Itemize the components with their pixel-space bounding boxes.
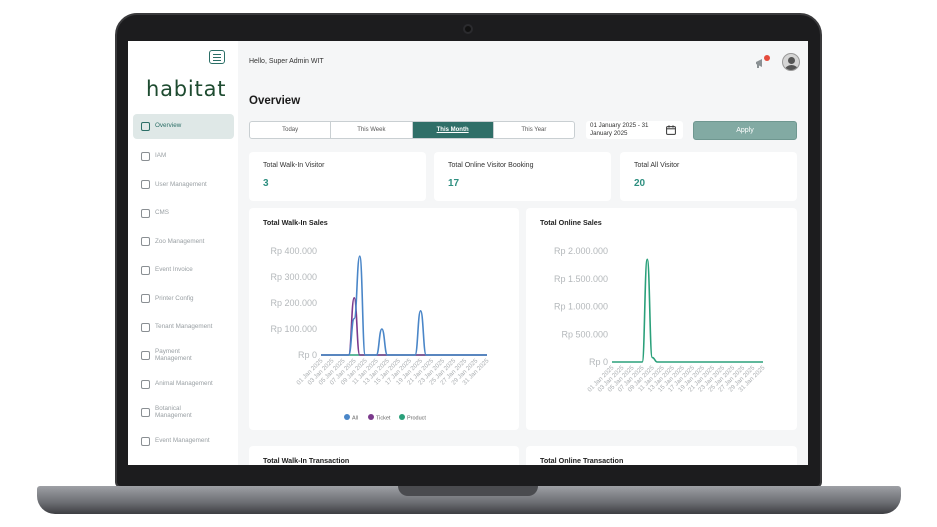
sidebar-item-overview[interactable]: Overview <box>133 114 234 139</box>
sidebar-item-botanical-management[interactable]: Botanical Management <box>133 399 234 428</box>
webcam <box>463 24 473 34</box>
card-title: Total Online Transaction <box>540 456 624 465</box>
apply-button[interactable]: Apply <box>693 121 797 140</box>
card-title: Total Walk-In Transaction <box>263 456 350 465</box>
notification-badge <box>764 55 770 61</box>
sidebar-item-event-invoice[interactable]: Event Invoice <box>133 256 234 285</box>
y-tick-label: Rp 200.000 <box>270 298 317 308</box>
sidebar-item-label: Printer Config <box>155 294 194 302</box>
sidebar-item-label: CMS <box>155 209 169 216</box>
y-tick-label: Rp 0 <box>589 357 608 367</box>
wallet-icon <box>141 351 150 361</box>
stat-label: Total All Visitor <box>634 162 680 169</box>
date-range-value: 01 January 2025 - 31 January 2025 <box>590 122 649 137</box>
sidebar-item-label: Event Invoice <box>155 266 193 273</box>
y-tick-label: Rp 300.000 <box>270 272 317 282</box>
legend-label: All <box>352 416 358 422</box>
legend-marker-product <box>399 414 405 420</box>
sidebar-item-iam[interactable]: IAM <box>133 142 234 171</box>
legend-marker-all <box>344 414 350 420</box>
online-transaction-card: Total Online Transaction <box>526 446 797 465</box>
tab-this-year[interactable]: This Year <box>494 122 574 138</box>
tab-today[interactable]: Today <box>250 122 332 138</box>
sidebar-item-cms[interactable]: CMS <box>133 199 234 228</box>
stat-walkin-visitor: Total Walk-In Visitor 3 <box>249 152 426 201</box>
stat-value: 3 <box>263 178 269 189</box>
user-avatar-icon[interactable] <box>782 53 800 71</box>
date-range-picker[interactable]: 01 January 2025 - 31 January 2025 <box>586 121 683 139</box>
series-line-all <box>320 255 487 356</box>
logo: habitat <box>146 77 227 101</box>
period-filter: Today This Week This Month This Year <box>249 121 575 139</box>
y-tick-label: Rp 1.500.000 <box>554 274 608 284</box>
sidebar-item-label: IAM <box>155 152 167 159</box>
laptop-notch <box>398 486 538 496</box>
store-icon <box>141 322 150 332</box>
series-line-ticket <box>320 296 487 356</box>
paw-icon <box>141 237 150 247</box>
sidebar-item-payment-management[interactable]: Payment Management <box>133 342 234 371</box>
stat-value: 20 <box>634 178 646 189</box>
y-tick-label: Rp 100.000 <box>270 324 317 334</box>
y-tick-label: Rp 400.000 <box>270 246 317 256</box>
sidebar-item-label: Zoo Management <box>155 237 205 245</box>
tab-this-week[interactable]: This Week <box>331 122 413 138</box>
sidebar-item-event-management[interactable]: Event Management <box>133 427 234 456</box>
tab-this-month[interactable]: This Month <box>412 122 494 138</box>
online-sales-chart: Rp 2.000.000 Rp 1.500.000 Rp 1.000.000 Rp 5… <box>554 246 767 394</box>
sidebar-item-label: Tenant Management <box>155 323 213 330</box>
sidebar-item-user-management[interactable]: User Management <box>133 171 234 200</box>
sidebar-item-label: Botanical Management <box>155 405 192 419</box>
grid-icon <box>141 122 150 131</box>
stat-all-visitor: Total All Visitor 20 <box>620 152 797 201</box>
y-tick-label: Rp 0 <box>298 350 317 360</box>
animal-icon <box>141 379 150 389</box>
sidebar-item-printer-config[interactable]: Printer Config <box>133 285 234 314</box>
sidebar-item-label: User Management <box>155 180 207 188</box>
sidebar: habitat Overview IAM User Management CMS Zoo… <box>128 41 238 465</box>
app-screen: habitat Overview IAM User Management CMS Zoo… <box>128 41 808 465</box>
online-sales-card: Total Online Sales Rp 2.000.000 Rp 1.500.… <box>526 208 797 430</box>
greeting: Hello, Super Admin WIT <box>249 58 324 65</box>
sidebar-item-zoo-management[interactable]: Zoo Management <box>133 228 234 257</box>
sidebar-nav: Overview IAM User Management CMS Zoo Managem… <box>133 114 234 456</box>
stat-label: Total Online Visitor Booking <box>448 162 534 169</box>
stat-online-booking: Total Online Visitor Booking 17 <box>434 152 611 201</box>
document-icon <box>141 208 150 218</box>
y-tick-label: Rp 2.000.000 <box>554 246 608 256</box>
walkin-sales-chart: Rp 400.000 Rp 300.000 Rp 200.000 Rp 100.000… <box>270 246 490 422</box>
plant-icon <box>141 408 150 418</box>
sidebar-item-label: Event Management <box>155 437 210 444</box>
y-tick-label: Rp 1.000.000 <box>554 302 608 312</box>
invoice-icon <box>141 265 150 275</box>
printer-icon <box>141 294 150 304</box>
calendar-icon[interactable] <box>666 125 676 135</box>
sidebar-item-label: Animal Management <box>155 380 213 387</box>
legend-marker-ticket <box>368 414 374 420</box>
laptop-frame: habitat Overview IAM User Management CMS Zoo… <box>0 0 937 527</box>
page-title: Overview <box>249 95 301 107</box>
walkin-transaction-card: Total Walk-In Transaction <box>249 446 519 465</box>
sidebar-item-label: Overview <box>155 122 182 130</box>
stat-label: Total Walk-In Visitor <box>263 162 325 169</box>
legend-label: Product <box>407 416 426 422</box>
walkin-sales-card: Total Walk-In Sales Rp 400.000 Rp 300.000… <box>249 208 519 430</box>
sidebar-item-animal-management[interactable]: Animal Management <box>133 370 234 399</box>
legend-label: Ticket <box>376 416 391 422</box>
users-icon <box>141 180 150 190</box>
sidebar-item-tenant-management[interactable]: Tenant Management <box>133 313 234 342</box>
series-line-sales <box>611 258 763 363</box>
sidebar-item-label: Payment Management <box>155 348 192 362</box>
ticket-icon <box>141 436 150 446</box>
stat-value: 17 <box>448 178 460 189</box>
y-tick-label: Rp 500.000 <box>561 329 608 339</box>
user-key-icon <box>141 151 150 161</box>
hamburger-menu-icon[interactable] <box>209 50 225 64</box>
